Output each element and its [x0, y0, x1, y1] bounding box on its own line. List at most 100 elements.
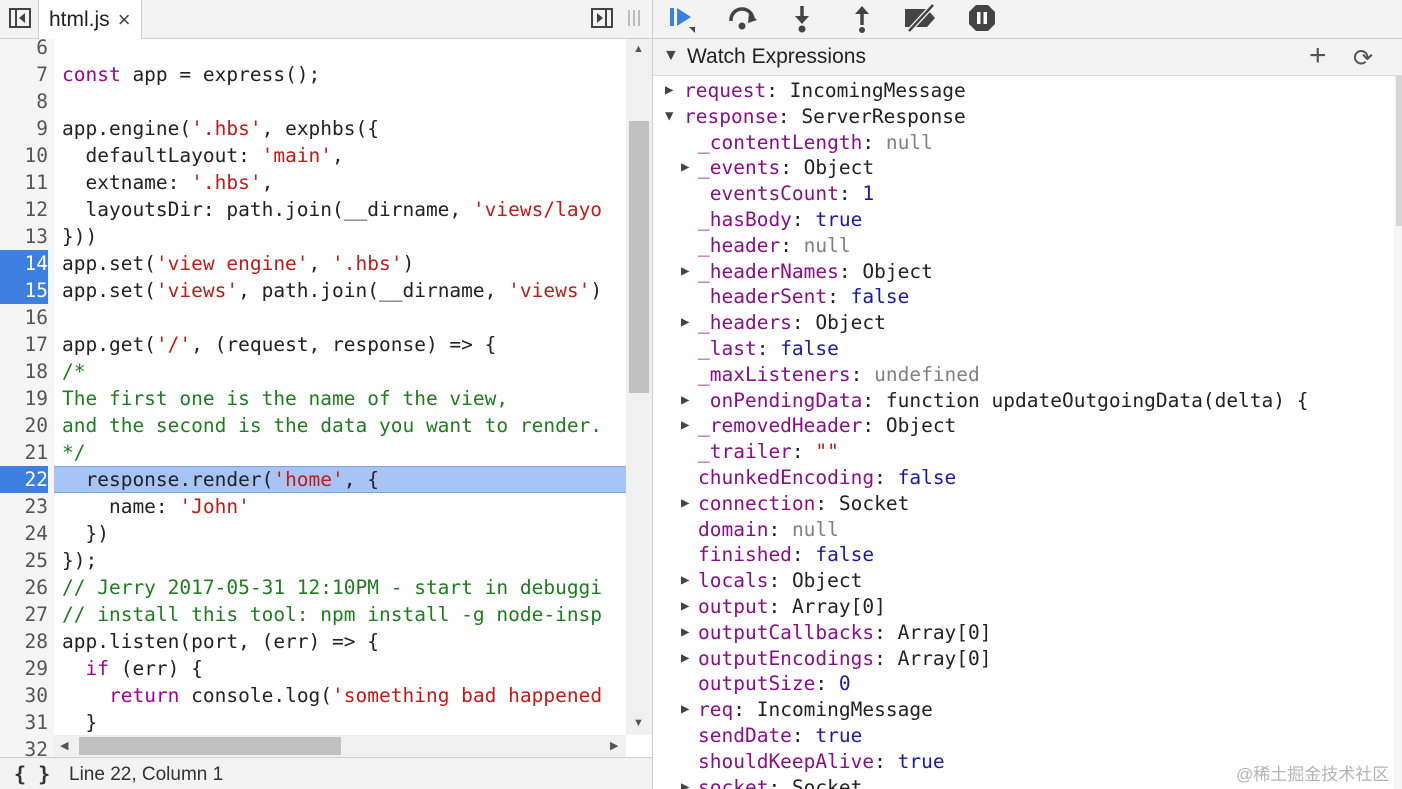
pause-on-exceptions-icon[interactable]: [967, 3, 997, 33]
toggle-navigator-icon[interactable]: [8, 6, 32, 30]
breakpoint-marker[interactable]: 14: [0, 250, 48, 277]
code-line[interactable]: 24 }): [0, 520, 626, 547]
step-out-icon[interactable]: [847, 3, 877, 33]
code-line[interactable]: 25});: [0, 547, 626, 574]
property-name: _header: [698, 233, 781, 257]
step-into-icon[interactable]: [787, 3, 817, 33]
current-execution-line[interactable]: 22 response.render('home', {: [0, 466, 626, 493]
code-line[interactable]: 17 app.get('/', (request, response) => {: [0, 331, 626, 358]
collapsed-triangle-icon[interactable]: ▶: [681, 259, 689, 284]
scroll-thumb[interactable]: [629, 121, 649, 393]
tab-html-js[interactable]: html.js ×: [38, 0, 142, 39]
code-line[interactable]: 20 and the second is the data you want to…: [0, 412, 626, 439]
scroll-thumb[interactable]: [79, 737, 341, 755]
sidebar-scroll-thumb[interactable]: [1396, 76, 1402, 226]
collapsed-triangle-icon[interactable]: ▶: [681, 388, 689, 413]
code-area[interactable]: 6 7 const app = express(); 8 9 app.engine('.h…: [0, 39, 626, 757]
line-number[interactable]: 30: [0, 682, 48, 709]
deactivate-breakpoints-icon[interactable]: [903, 3, 939, 33]
collapsed-triangle-icon[interactable]: ▶: [681, 594, 689, 619]
collapsed-triangle-icon[interactable]: ▶: [665, 78, 673, 103]
vertical-scrollbar[interactable]: ▲ ▼: [626, 39, 652, 735]
line-number[interactable]: 7: [0, 61, 48, 88]
collapsed-triangle-icon[interactable]: ▶: [681, 491, 689, 516]
line-number[interactable]: 21: [0, 439, 48, 466]
collapsed-triangle-icon[interactable]: ▶: [681, 620, 689, 645]
expanded-triangle-icon[interactable]: ▼: [665, 104, 673, 129]
code-line[interactable]: 8: [0, 88, 626, 115]
code-line[interactable]: 6: [0, 39, 626, 61]
code-line[interactable]: 9 app.engine('.hbs', exphbs({: [0, 115, 626, 142]
collapsed-triangle-icon[interactable]: ▶: [681, 155, 689, 180]
line-number[interactable]: 9: [0, 115, 48, 142]
line-number[interactable]: 24: [0, 520, 48, 547]
line-number[interactable]: 20: [0, 412, 48, 439]
scroll-left-icon[interactable]: ◀: [60, 739, 68, 752]
code-line[interactable]: 29 if (err) {: [0, 655, 626, 682]
code-line[interactable]: 11 extname: '.hbs',: [0, 169, 626, 196]
token: app.set(: [62, 252, 156, 275]
breakpoint-marker[interactable]: 22: [0, 466, 48, 493]
line-number[interactable]: 6: [0, 39, 48, 61]
scroll-right-icon[interactable]: ▶: [610, 739, 618, 752]
breakpoint-marker[interactable]: 15: [0, 277, 48, 304]
step-over-icon[interactable]: [727, 3, 757, 33]
pretty-print-icon[interactable]: { }: [14, 762, 50, 786]
code-line[interactable]: 31 }: [0, 709, 626, 736]
line-number[interactable]: 8: [0, 88, 48, 115]
toggle-debugger-icon[interactable]: [590, 6, 614, 30]
line-number[interactable]: 11: [0, 169, 48, 196]
code-line[interactable]: 21 */: [0, 439, 626, 466]
line-number[interactable]: 10: [0, 142, 48, 169]
code-line[interactable]: 12 layoutsDir: path.join(__dirname, 'vie…: [0, 196, 626, 223]
add-expression-icon[interactable]: +: [1309, 39, 1327, 73]
line-number[interactable]: 12: [0, 196, 48, 223]
line-number[interactable]: 27: [0, 601, 48, 628]
code-line[interactable]: 10 defaultLayout: 'main',: [0, 142, 626, 169]
collapsed-triangle-icon[interactable]: ▶: [681, 646, 689, 671]
line-number[interactable]: 18: [0, 358, 48, 385]
code-line[interactable]: 26 // Jerry 2017-05-31 12:10PM - start in…: [0, 574, 626, 601]
property-name: req: [698, 698, 734, 722]
code-text: if (err) {: [62, 655, 202, 682]
line-number[interactable]: 32: [0, 736, 48, 757]
resume-icon[interactable]: [667, 3, 697, 33]
collapsed-triangle-icon[interactable]: ▶: [681, 697, 689, 722]
line-number[interactable]: 16: [0, 304, 48, 331]
scroll-up-icon[interactable]: ▲: [633, 43, 644, 55]
code-line[interactable]: 15 app.set('views', path.join(__dirname, …: [0, 277, 626, 304]
line-number[interactable]: 28: [0, 628, 48, 655]
line-number[interactable]: 19: [0, 385, 48, 412]
code-line[interactable]: 23 name: 'John': [0, 493, 626, 520]
refresh-icon[interactable]: ⟳: [1353, 44, 1373, 73]
token: , exphbs({: [261, 117, 379, 140]
scroll-down-icon[interactable]: ▼: [633, 717, 644, 729]
line-number[interactable]: 23: [0, 493, 48, 520]
line-number[interactable]: 13: [0, 223, 48, 250]
line-number[interactable]: 17: [0, 331, 48, 358]
collapsed-triangle-icon[interactable]: ▶: [681, 775, 689, 789]
token: , {: [343, 468, 380, 491]
line-number[interactable]: 26: [0, 574, 48, 601]
collapsed-triangle-icon[interactable]: ▶: [681, 568, 689, 593]
code-line[interactable]: 13})): [0, 223, 626, 250]
line-number[interactable]: 25: [0, 547, 48, 574]
pane-resizer-icon[interactable]: [626, 6, 642, 30]
code-line[interactable]: 16: [0, 304, 626, 331]
horizontal-scrollbar[interactable]: ◀ ▶: [54, 735, 626, 757]
watch-expressions-header[interactable]: ▼ Watch Expressions + ⟳: [653, 39, 1402, 76]
code-line[interactable]: 27 // install this tool: npm install -g n…: [0, 601, 626, 628]
line-number[interactable]: 31: [0, 709, 48, 736]
property-name: request: [684, 79, 767, 102]
code-line[interactable]: 30 return console.log('something bad hap…: [0, 682, 626, 709]
collapsed-triangle-icon[interactable]: ▶: [681, 413, 689, 438]
collapsed-triangle-icon[interactable]: ▶: [681, 310, 689, 335]
code-line[interactable]: 19 The first one is the name of the view,: [0, 385, 626, 412]
code-line[interactable]: 18 /*: [0, 358, 626, 385]
code-line[interactable]: 28 app.listen(port, (err) => {: [0, 628, 626, 655]
close-icon[interactable]: ×: [118, 7, 131, 33]
line-number[interactable]: 29: [0, 655, 48, 682]
code-line[interactable]: 14 app.set('view engine', '.hbs'): [0, 250, 626, 277]
collapse-triangle-icon[interactable]: ▼: [663, 47, 679, 65]
code-line[interactable]: 7 const app = express();: [0, 61, 626, 88]
